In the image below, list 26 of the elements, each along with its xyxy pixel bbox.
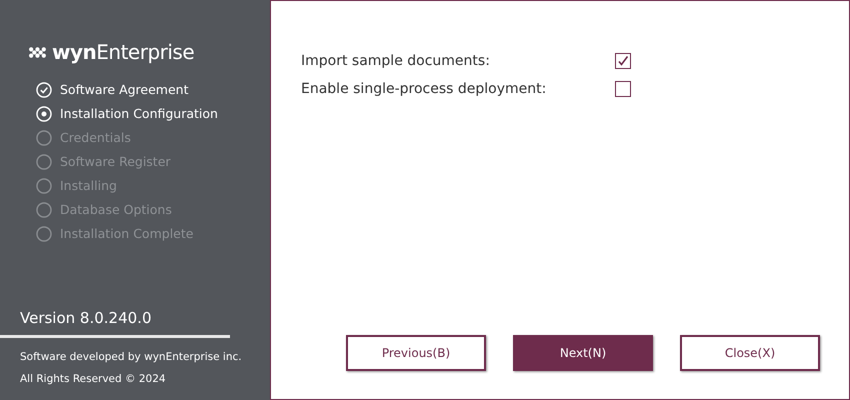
circle-icon: [36, 226, 52, 242]
nav-button[interactable]: Close(X): [680, 335, 820, 371]
circle-icon: [36, 130, 52, 146]
step-label: Installation Complete: [60, 226, 194, 241]
dots-logo-icon: [28, 46, 48, 58]
step-label: Software Agreement: [60, 82, 188, 97]
checkbox[interactable]: [615, 81, 631, 97]
circle-icon: [36, 178, 52, 194]
step-label: Installing: [60, 178, 117, 193]
nav-button[interactable]: Previous(B): [346, 335, 486, 371]
step-label: Installation Configuration: [60, 106, 218, 121]
step-label: Database Options: [60, 202, 172, 217]
option-label: Enable single-process deployment:: [301, 81, 546, 97]
checkbox[interactable]: [615, 53, 631, 69]
step-label: Software Register: [60, 154, 171, 169]
developer-text: Software developed by wynEnterprise inc.: [19, 350, 243, 365]
copyright-text: All Rights Reserved © 2024: [19, 372, 167, 387]
logo-text: wynEnterprise: [52, 40, 194, 64]
step-label: Credentials: [60, 130, 131, 145]
version-text: Version 8.0.240.0: [19, 309, 152, 327]
next-button[interactable]: Next(N): [513, 335, 653, 371]
check-circle-icon: [36, 82, 52, 98]
circle-icon: [36, 154, 52, 170]
circle-icon: [36, 202, 52, 218]
radio-dot-icon: [36, 106, 52, 122]
option-label: Import sample documents:: [301, 53, 490, 69]
